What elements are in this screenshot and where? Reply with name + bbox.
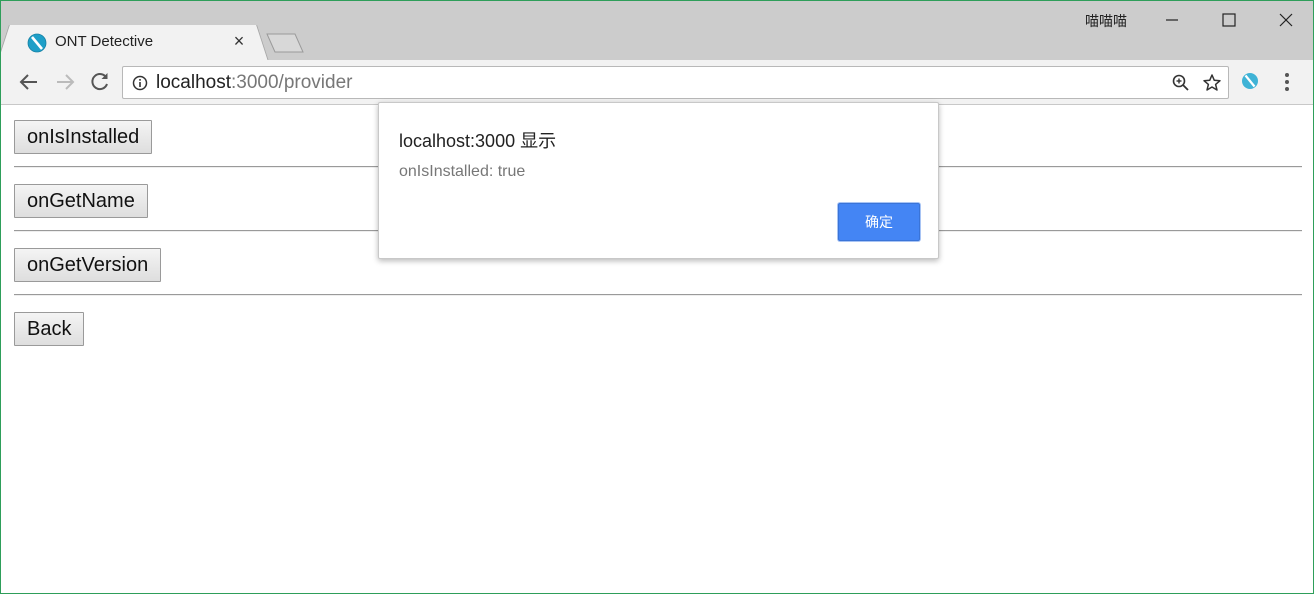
zoom-icon[interactable] xyxy=(1171,73,1191,93)
browser-toolbar: localhost:3000/provider xyxy=(1,60,1313,105)
alert-dialog: localhost:3000 显示 onIsInstalled: true 确定 xyxy=(378,102,939,259)
ont-logo-icon xyxy=(27,33,47,53)
dialog-ok-button[interactable]: 确定 xyxy=(838,203,920,241)
address-bar[interactable]: localhost:3000/provider xyxy=(122,66,1229,99)
url-host: localhost xyxy=(156,72,231,93)
url-text[interactable]: localhost:3000/provider xyxy=(156,72,352,94)
on-get-name-button[interactable]: onGetName xyxy=(14,184,148,218)
url-path: :3000/provider xyxy=(231,72,353,93)
new-tab-button[interactable] xyxy=(265,33,305,53)
forward-arrow-icon[interactable] xyxy=(53,70,77,94)
tab-close-icon[interactable]: × xyxy=(229,31,249,51)
reload-icon[interactable] xyxy=(88,70,112,94)
dialog-title: localhost:3000 显示 xyxy=(399,131,557,151)
maximize-icon[interactable] xyxy=(1216,9,1242,31)
tab-ont-detective[interactable]: ONT Detective × xyxy=(11,25,255,61)
title-bar: ONT Detective × 喵喵喵 xyxy=(1,1,1313,61)
minimize-icon[interactable] xyxy=(1159,9,1185,31)
close-window-icon[interactable] xyxy=(1273,9,1299,31)
back-arrow-icon[interactable] xyxy=(17,70,41,94)
kebab-menu-icon[interactable] xyxy=(1277,71,1297,93)
on-is-installed-button[interactable]: onIsInstalled xyxy=(14,120,153,154)
on-get-version-button[interactable]: onGetVersion xyxy=(14,248,162,282)
tab-title: ONT Detective xyxy=(55,33,154,50)
site-info-icon[interactable] xyxy=(132,75,148,91)
star-icon[interactable] xyxy=(1202,73,1222,93)
back-button[interactable]: Back xyxy=(14,312,85,346)
ont-extension-icon[interactable] xyxy=(1241,72,1259,90)
profile-name[interactable]: 喵喵喵 xyxy=(1085,11,1127,31)
browser-window: ONT Detective × 喵喵喵 localhost:3000/provi… xyxy=(0,0,1314,594)
divider xyxy=(14,294,1302,296)
dialog-message: onIsInstalled: true xyxy=(399,163,526,180)
